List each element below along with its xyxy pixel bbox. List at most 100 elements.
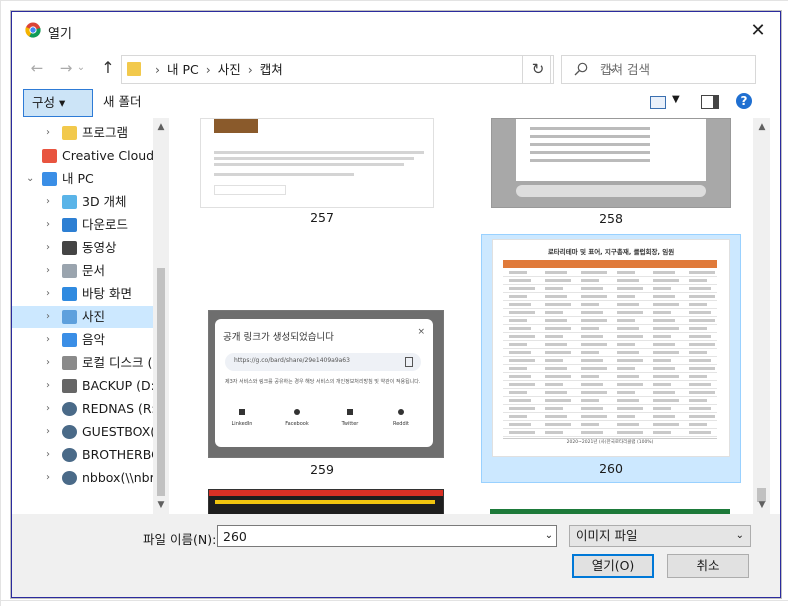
nav-item[interactable]: › 다운로드 bbox=[12, 214, 169, 236]
file-list: 257 258 공개 링크가 생성되었습니다 × https://g.co/ba… bbox=[170, 118, 753, 514]
copy-icon bbox=[405, 357, 413, 367]
view-mode-icon[interactable] bbox=[650, 96, 666, 109]
nav-item[interactable]: › REDNAS (R:) bbox=[12, 398, 169, 420]
nav-item[interactable]: › 동영상 bbox=[12, 237, 169, 259]
document-icon bbox=[62, 264, 77, 278]
preview-pane-icon[interactable] bbox=[701, 95, 719, 109]
nav-item[interactable]: › 3D 개체 bbox=[12, 191, 169, 213]
breadcrumb-pc[interactable]: 내 PC bbox=[167, 62, 199, 77]
share-label: Facebook bbox=[285, 421, 309, 427]
close-button[interactable]: ✕ bbox=[736, 12, 780, 50]
network-drive-icon bbox=[62, 448, 77, 462]
breadcrumb-pictures[interactable]: 사진 bbox=[218, 62, 241, 77]
recent-locations-chevron-icon[interactable]: ⌄ bbox=[74, 56, 88, 80]
file-tile[interactable]: 257 bbox=[196, 118, 448, 233]
desktop-icon bbox=[62, 287, 77, 301]
chevron-right-icon[interactable]: › bbox=[46, 421, 50, 443]
chevron-right-icon[interactable]: › bbox=[46, 375, 50, 397]
file-type-value: 이미지 파일 bbox=[576, 528, 638, 543]
dog-photo bbox=[214, 119, 258, 133]
video-icon bbox=[62, 241, 77, 255]
creative-cloud-icon bbox=[42, 149, 57, 163]
bg-gridline bbox=[0, 0, 1, 606]
chevron-right-icon[interactable]: › bbox=[46, 191, 50, 213]
thumbnail-image bbox=[491, 118, 731, 208]
folder-icon bbox=[62, 126, 77, 140]
chevron-down-icon[interactable]: ▼ bbox=[672, 94, 680, 105]
nav-item[interactable]: › 음악 bbox=[12, 329, 169, 351]
nav-item[interactable]: › 바탕 화면 bbox=[12, 283, 169, 305]
nav-item[interactable]: Creative Cloud Fil bbox=[12, 145, 169, 167]
command-toolbar: 구성 ▾ 새 폴더 ▼ ? bbox=[12, 86, 780, 118]
chevron-right-icon[interactable]: › bbox=[46, 444, 50, 466]
nav-item[interactable]: › GUESTBOX(\\nt bbox=[12, 421, 169, 443]
chevron-right-icon[interactable]: › bbox=[46, 237, 50, 259]
chevron-right-icon[interactable]: › bbox=[46, 398, 50, 420]
nav-scrollbar[interactable]: ▲ ▼ bbox=[153, 118, 169, 514]
nav-item-label: 내 PC bbox=[62, 171, 94, 186]
table-heading: 로타리테마 및 표어, 지구총재, 클럽회장, 임원 bbox=[547, 248, 675, 256]
nav-item-label: 문서 bbox=[82, 263, 106, 278]
nav-item[interactable]: › 사진 bbox=[12, 306, 169, 328]
network-drive-icon bbox=[62, 471, 77, 485]
scroll-up-arrow-icon[interactable]: ▲ bbox=[154, 122, 168, 132]
chevron-right-icon[interactable]: › bbox=[46, 283, 50, 305]
dialog-title: 열기 bbox=[48, 27, 72, 42]
scrollbar-thumb[interactable] bbox=[157, 268, 165, 496]
file-name: 258 bbox=[599, 211, 623, 226]
nav-item[interactable]: ⌄ 내 PC bbox=[12, 168, 169, 190]
file-type-select[interactable]: 이미지 파일 ⌄ bbox=[569, 525, 751, 547]
breadcrumb-capture[interactable]: 캡쳐 bbox=[260, 62, 283, 77]
thumbnail-image: 공개 링크가 생성되었습니다 × https://g.co/bard/share… bbox=[208, 310, 444, 458]
chevron-down-icon[interactable]: ⌄ bbox=[541, 525, 557, 547]
organize-button[interactable]: 구성 ▾ bbox=[23, 89, 93, 117]
up-arrow-icon[interactable]: ↑ bbox=[97, 56, 119, 80]
bg-gridline bbox=[0, 600, 788, 601]
nav-item[interactable]: › BACKUP (D:) bbox=[12, 375, 169, 397]
cancel-button[interactable]: 취소 bbox=[667, 554, 749, 578]
chevron-right-icon[interactable]: › bbox=[46, 260, 50, 282]
back-arrow-icon[interactable]: ← bbox=[26, 56, 48, 80]
refresh-button[interactable]: ↻ bbox=[522, 55, 554, 84]
file-tile[interactable]: 공개 링크가 생성되었습니다 × https://g.co/bard/share… bbox=[196, 298, 448, 478]
new-folder-button[interactable]: 새 폴더 bbox=[103, 89, 141, 115]
nav-item-label: BACKUP (D:) bbox=[82, 378, 160, 393]
chevron-right-icon[interactable]: › bbox=[46, 467, 50, 489]
open-button[interactable]: 열기(O) bbox=[572, 554, 654, 578]
help-icon[interactable]: ? bbox=[736, 93, 752, 109]
content-scrollbar[interactable]: ▲ ▼ bbox=[753, 118, 770, 514]
chrome-icon bbox=[25, 22, 41, 38]
file-name: 259 bbox=[310, 462, 334, 477]
search-box[interactable]: 캡쳐 검색 bbox=[561, 55, 756, 84]
nav-item-label: 음악 bbox=[82, 332, 106, 347]
chevron-right-icon[interactable]: › bbox=[46, 306, 50, 328]
filename-input[interactable]: 260 bbox=[217, 525, 557, 547]
nav-item-label: 바탕 화면 bbox=[82, 286, 132, 301]
nav-item[interactable]: › 프로그램 bbox=[12, 122, 169, 144]
chevron-right-icon[interactable]: › bbox=[46, 122, 50, 144]
file-name: 257 bbox=[310, 210, 334, 225]
file-tile-selected[interactable]: 로타리테마 및 표어, 지구총재, 클럽회장, 임원 2020~2021년 (사… bbox=[481, 234, 741, 483]
scroll-down-arrow-icon[interactable]: ▼ bbox=[755, 500, 769, 510]
thumbnail-image: 로타리테마 및 표어, 지구총재, 클럽회장, 임원 2020~2021년 (사… bbox=[492, 239, 730, 457]
nav-item[interactable]: › 로컬 디스크 (C:) bbox=[12, 352, 169, 374]
file-tile[interactable]: 258 bbox=[482, 118, 740, 233]
scroll-down-arrow-icon[interactable]: ▼ bbox=[154, 500, 168, 510]
local-disk-icon bbox=[62, 356, 77, 370]
folder-icon bbox=[127, 62, 141, 76]
chevron-right-icon[interactable]: › bbox=[46, 352, 50, 374]
thumbnail-image[interactable] bbox=[208, 489, 444, 514]
linkedin-icon bbox=[239, 409, 245, 415]
chevron-down-icon[interactable]: ⌄ bbox=[26, 168, 34, 190]
address-bar[interactable]: › 내 PC › 사진 › 캡쳐 ⌄ bbox=[121, 55, 617, 84]
open-file-dialog: 열기 ✕ ← → ⌄ ↑ › 내 PC › 사진 › 캡쳐 ⌄ ↻ 캡쳐 검색 구성 ▾ … bbox=[11, 11, 781, 598]
navigation-pane: › 프로그램 Creative Cloud Fil ⌄ 내 PC › 3D 개체 › 다운로드 ›… bbox=[12, 118, 169, 514]
chevron-right-icon[interactable]: › bbox=[46, 214, 50, 236]
nav-item[interactable]: › 문서 bbox=[12, 260, 169, 282]
chevron-right-icon[interactable]: › bbox=[46, 329, 50, 351]
nav-item[interactable]: ›BROTHERBOX(\\ bbox=[12, 444, 169, 466]
nav-item[interactable]: › nbbox(\\nbrot bbox=[12, 467, 169, 489]
breadcrumb: › 내 PC › 사진 › 캡쳐 bbox=[148, 56, 283, 83]
breadcrumb-separator: › bbox=[247, 62, 253, 77]
scroll-up-arrow-icon[interactable]: ▲ bbox=[755, 122, 769, 132]
